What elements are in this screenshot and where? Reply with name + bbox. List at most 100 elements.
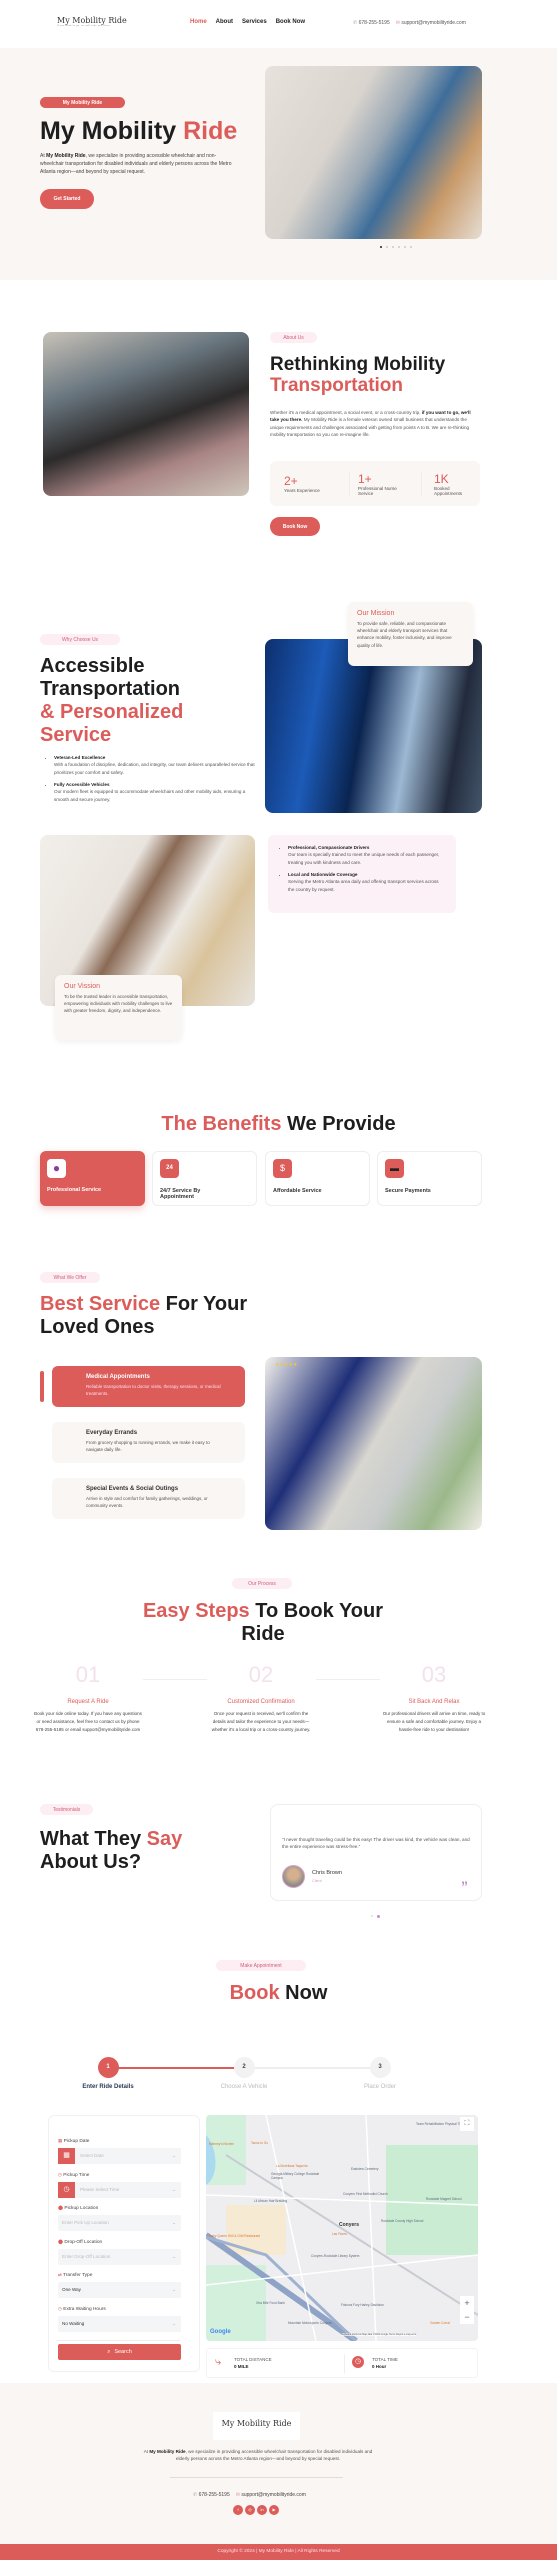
field-select[interactable]: ▦ Select Date ⌄ [58, 2148, 181, 2164]
site-footer: My Mobility Ride At My Mobility Ride, we… [0, 2383, 557, 2544]
active-indicator [40, 1371, 44, 1402]
benefit-secure-payments[interactable]: ▬ Secure Payments [377, 1151, 482, 1206]
youtube-icon[interactable]: ▶ [269, 2505, 279, 2515]
map-label[interactable]: Mountain Motorsports Conyers [288, 2321, 332, 2326]
copyright-bar: Copyright © 2024 | My Mobility Ride | Al… [0, 2544, 557, 2560]
carousel-dot[interactable] [404, 246, 406, 248]
field-pickup-date: ▦ Pickup Date ▦ Select Date ⌄ [58, 2138, 181, 2164]
offer-item-medical[interactable]: Medical Appointments Reliable transporta… [52, 1366, 245, 1407]
map-label[interactable]: Tacos to Go [251, 2141, 268, 2146]
testimonial-card: "I never thought traveling could be this… [270, 1804, 482, 1901]
nav-services[interactable]: Services [242, 19, 267, 25]
map-label[interactable]: Rockdale County High School [381, 2219, 423, 2224]
carousel-dot[interactable] [410, 246, 412, 248]
field-select[interactable]: ◷ Please Select Time ⌄ [58, 2181, 181, 2198]
map-label[interactable]: Dairy Queen Grill & Chill Restaurant [209, 2234, 260, 2239]
field-select[interactable]: Enter Pick Up Location ⌄ [58, 2215, 181, 2231]
benefit-24-7-service[interactable]: 24 24/7 Service By Appointment [152, 1151, 257, 1206]
footer-logo[interactable]: My Mobility Ride [213, 2412, 300, 2440]
mission-card: Our Mission To provide safe, reliable, a… [348, 602, 473, 666]
process-step: 02 Customized Confirmation Once your req… [211, 1662, 311, 1732]
stepper-step-3[interactable]: 3 Place Order [340, 2057, 420, 2090]
stat-years: 2+ Years Experience [284, 474, 320, 493]
map-label[interactable]: Las Flores [332, 2232, 347, 2237]
bullet-veteran: Veteran-Led ExcellenceWith a foundation … [54, 754, 259, 776]
map-label[interactable]: Georgia Military College Rockdale Campus [271, 2172, 331, 2180]
hero-section: My Mobility Ride My Mobility Ride At My … [0, 48, 557, 280]
map-label[interactable]: Xtra Mile Food Bank [256, 2301, 285, 2306]
offer-item-events[interactable]: Special Events & Social Outings Arrive i… [52, 1478, 245, 1519]
map-label[interactable]: Conyers First Methodist Church [343, 2192, 388, 2197]
get-started-button[interactable]: Get Started [40, 189, 94, 209]
footer-email-link[interactable]: ✉ support@mymobilityride.com [236, 2492, 306, 2498]
footer-divider [170, 2477, 343, 2478]
about-book-now-button[interactable]: Book Now [270, 517, 320, 536]
logo[interactable]: My Mobility Ride If you want to go, we w… [57, 16, 127, 27]
book-title: Book Now [229, 1982, 328, 2004]
search-button[interactable]: ⌕ Search [58, 2344, 181, 2360]
zoom-in-button[interactable]: + [460, 2296, 474, 2310]
nav-home[interactable]: Home [190, 19, 207, 25]
carousel-dot-active[interactable] [377, 1915, 380, 1918]
hero-carousel-dots [380, 246, 412, 248]
testimonial-dots [371, 1915, 380, 1918]
map-label[interactable]: Eastview Cemetery [351, 2167, 378, 2172]
email-link[interactable]: ✉ support@mymobilityride.com [396, 20, 466, 26]
map-label[interactable]: Golden Corral [430, 2321, 450, 2326]
carousel-dot[interactable] [371, 1915, 373, 1917]
quote-icon: ” [461, 1878, 468, 1894]
offer-title: Best Service For Your Loved Ones [40, 1293, 248, 1338]
clock-icon: ◷ [58, 2305, 62, 2311]
carousel-dot-active[interactable] [380, 246, 382, 248]
avatar [282, 1865, 305, 1888]
benefit-affordable-service[interactable]: $ Affordable Service [265, 1151, 370, 1206]
map-google-logo: Google [210, 2329, 231, 2335]
clock-icon-box: ◷ [58, 2181, 75, 2198]
pin-icon: ⬤ [58, 2205, 64, 2210]
instagram-icon[interactable]: ◎ [245, 2505, 255, 2515]
facebook-icon[interactable]: f [233, 2505, 243, 2515]
phone-link[interactable]: ✆ 678-255-5195 [353, 20, 390, 26]
map-label[interactable]: Mammy's Kitchen [209, 2142, 234, 2147]
map-label[interactable]: Lil African Hair Braiding [254, 2199, 287, 2204]
chevron-down-icon: ⌄ [172, 2287, 176, 2292]
fullscreen-button[interactable]: ⛶ [460, 2117, 474, 2131]
stat-appointments: 1K Booked Appointments [421, 471, 474, 496]
calendar-icon: ▦ [58, 2138, 63, 2143]
stepper-step-1[interactable]: 1 Enter Ride Details [68, 2057, 148, 2090]
nav-about[interactable]: About [216, 19, 233, 25]
nav-book-now[interactable]: Book Now [276, 19, 305, 25]
why-badge: Why Choose Us [40, 634, 120, 645]
carousel-dot[interactable] [398, 246, 400, 248]
search-icon: ⌕ [107, 2348, 111, 2355]
field-select[interactable]: One Way ⌄ [58, 2282, 181, 2298]
zoom-out-button[interactable]: − [460, 2310, 474, 2324]
about-image-wheelchair-lift [43, 332, 249, 496]
map-label[interactable]: Falcons Fury Harley-Davidson [341, 2303, 384, 2308]
offer-item-errands[interactable]: Everyday Errands From grocery shopping t… [52, 1422, 245, 1463]
social-links: f ◎ in ▶ [233, 2505, 279, 2515]
about-badge: About Us [270, 332, 317, 343]
carousel-dot[interactable] [386, 246, 388, 248]
map-label[interactable]: Rockdale Magnet School [426, 2197, 461, 2202]
why-bullets-card: Professional, Compassionate DriversOur t… [268, 835, 456, 913]
map-label[interactable]: La Moreliana Taqueria [276, 2164, 307, 2169]
linkedin-icon[interactable]: in [257, 2505, 267, 2515]
field-select[interactable]: Enter Drop-Off Location ⌄ [58, 2248, 181, 2265]
field-pickup-time: ◷ Pickup Time ◷ Please Select Time ⌄ [58, 2172, 181, 2198]
benefit-professional-service[interactable]: ● Professional Service [40, 1151, 145, 1206]
carousel-dot[interactable] [392, 246, 394, 248]
main-nav: Home About Services Book Now [190, 19, 305, 25]
why-title: Accessible Transportation & Personalized … [40, 655, 184, 746]
map-label[interactable]: Conyers [339, 2222, 359, 2229]
footer-phone-link[interactable]: ✆ 678-255-5195 [193, 2492, 230, 2498]
step-connector [316, 1679, 380, 1680]
stepper-step-2[interactable]: 2 Choose A Vehicle [204, 2057, 284, 2090]
phone-icon: ✆ [193, 2492, 198, 2498]
map-label[interactable]: Conyers-Rockdale Library System [311, 2254, 359, 2259]
mail-icon: ✉ [235, 2492, 240, 2498]
bullet-drivers: Professional, Compassionate DriversOur t… [288, 844, 444, 866]
testimonials-badge: Testimonials [40, 1804, 93, 1815]
route-map[interactable]: Mammy's Kitchen Tacos to Go La Moreliana T… [206, 2115, 478, 2341]
field-select[interactable]: No Waiting ⌄ [58, 2315, 181, 2332]
